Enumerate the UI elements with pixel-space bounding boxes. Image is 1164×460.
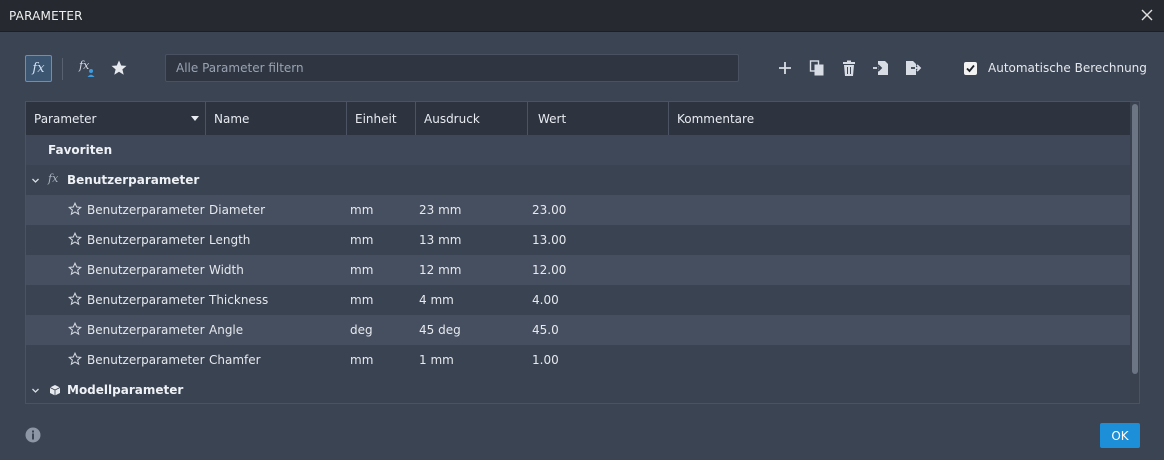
favorite-star-icon[interactable] — [67, 201, 83, 219]
chevron-down-icon[interactable] — [31, 176, 40, 185]
parameter-filter-input[interactable] — [165, 54, 739, 82]
cell-unit: mm — [350, 233, 374, 247]
cell-parameter: Benutzerparameter — [87, 263, 205, 277]
user-params-group-row[interactable]: fx Benutzerparameter — [26, 165, 1130, 195]
cell-name[interactable]: Diameter — [209, 203, 265, 217]
toolbar-separator — [62, 58, 63, 80]
chevron-down-icon[interactable] — [31, 386, 40, 395]
favorites-label: Favoriten — [48, 143, 113, 157]
cell-name[interactable]: Thickness — [209, 293, 268, 307]
table-row[interactable]: Benutzerparameter Angle deg 45 deg 45.0 — [26, 315, 1130, 345]
table-row[interactable]: Benutzerparameter Diameter mm 23 mm 23.00 — [26, 195, 1130, 225]
favorites-filter-button[interactable] — [107, 56, 131, 80]
favorite-star-icon[interactable] — [67, 261, 83, 279]
ok-button[interactable]: OK — [1100, 423, 1140, 448]
cell-value: 45.0 — [532, 323, 559, 337]
cell-unit: mm — [350, 293, 374, 307]
delete-icon[interactable] — [839, 58, 859, 78]
fx-filter-button[interactable]: fx — [25, 55, 52, 82]
column-header-expression[interactable]: Ausdruck — [416, 102, 528, 135]
cell-unit: deg — [350, 323, 373, 337]
cell-unit: mm — [350, 353, 374, 367]
add-icon[interactable] — [775, 58, 795, 78]
cell-name[interactable]: Angle — [209, 323, 243, 337]
table-row[interactable]: Benutzerparameter Length mm 13 mm 13.00 — [26, 225, 1130, 255]
cell-expression[interactable]: 1 mm — [419, 353, 454, 367]
model-params-label: Modellparameter — [67, 383, 184, 397]
parameter-table: Parameter Name Einheit Ausdruck Wert Kom… — [25, 101, 1140, 404]
cell-expression[interactable]: 45 deg — [419, 323, 461, 337]
close-icon[interactable] — [1138, 6, 1156, 24]
svg-text:fx: fx — [78, 59, 90, 72]
copy-icon[interactable] — [807, 58, 827, 78]
cell-parameter: Benutzerparameter — [87, 203, 205, 217]
cell-expression[interactable]: 4 mm — [419, 293, 454, 307]
favorites-group-row[interactable]: Favoriten — [26, 135, 1130, 165]
favorite-star-icon[interactable] — [67, 351, 83, 369]
sort-down-icon — [191, 116, 199, 121]
cell-value: 23.00 — [532, 203, 567, 217]
fx-user-icon: fx — [78, 59, 95, 77]
cell-name[interactable]: Chamfer — [209, 353, 261, 367]
cell-name[interactable]: Width — [209, 263, 244, 277]
cell-parameter: Benutzerparameter — [87, 233, 205, 247]
window-title: PARAMETER — [9, 9, 83, 23]
cell-expression[interactable]: 23 mm — [419, 203, 461, 217]
cell-expression[interactable]: 12 mm — [419, 263, 461, 277]
cell-parameter: Benutzerparameter — [87, 293, 205, 307]
column-header-name[interactable]: Name — [206, 102, 347, 135]
star-icon — [111, 60, 127, 75]
export-icon[interactable] — [903, 58, 923, 78]
favorite-star-icon[interactable] — [67, 291, 83, 309]
column-header-value[interactable]: Wert — [528, 102, 669, 135]
cell-name[interactable]: Length — [209, 233, 250, 247]
cell-parameter: Benutzerparameter — [87, 353, 205, 367]
cell-expression[interactable]: 13 mm — [419, 233, 461, 247]
auto-calc-label: Automatische Berechnung — [988, 61, 1147, 75]
info-icon[interactable] — [25, 427, 41, 443]
favorite-star-icon[interactable] — [67, 231, 83, 249]
model-params-group-row[interactable]: Modellparameter — [26, 375, 1130, 403]
scrollbar-thumb[interactable] — [1132, 104, 1138, 374]
title-bar: PARAMETER — [0, 0, 1164, 32]
cell-value: 4.00 — [532, 293, 559, 307]
cell-unit: mm — [350, 263, 374, 277]
table-row[interactable]: Benutzerparameter Chamfer mm 1 mm 1.00 — [26, 345, 1130, 375]
table-header: Parameter Name Einheit Ausdruck Wert Kom… — [26, 102, 1130, 135]
cell-value: 1.00 — [532, 353, 559, 367]
table-row[interactable]: Benutzerparameter Thickness mm 4 mm 4.00 — [26, 285, 1130, 315]
fx-icon: fx — [48, 172, 59, 185]
cell-parameter: Benutzerparameter — [87, 323, 205, 337]
import-icon[interactable] — [871, 58, 891, 78]
auto-calc-checkbox[interactable] — [964, 61, 977, 75]
table-body: Favoriten fx Benutzerparameter Benutzerp… — [26, 135, 1130, 403]
table-row[interactable]: Benutzerparameter Width mm 12 mm 12.00 — [26, 255, 1130, 285]
fx-user-filter-button[interactable]: fx — [75, 56, 99, 80]
auto-calc-control[interactable]: Automatische Berechnung — [964, 61, 1147, 75]
column-header-unit[interactable]: Einheit — [347, 102, 416, 135]
cell-value: 12.00 — [532, 263, 567, 277]
cube-icon — [49, 385, 61, 396]
fx-icon: fx — [32, 61, 45, 76]
cell-unit: mm — [350, 203, 374, 217]
cell-value: 13.00 — [532, 233, 567, 247]
user-params-label: Benutzerparameter — [67, 173, 200, 187]
favorite-star-icon[interactable] — [67, 321, 83, 339]
column-header-parameter[interactable]: Parameter — [26, 102, 206, 135]
column-header-comments[interactable]: Kommentare — [669, 102, 1130, 135]
